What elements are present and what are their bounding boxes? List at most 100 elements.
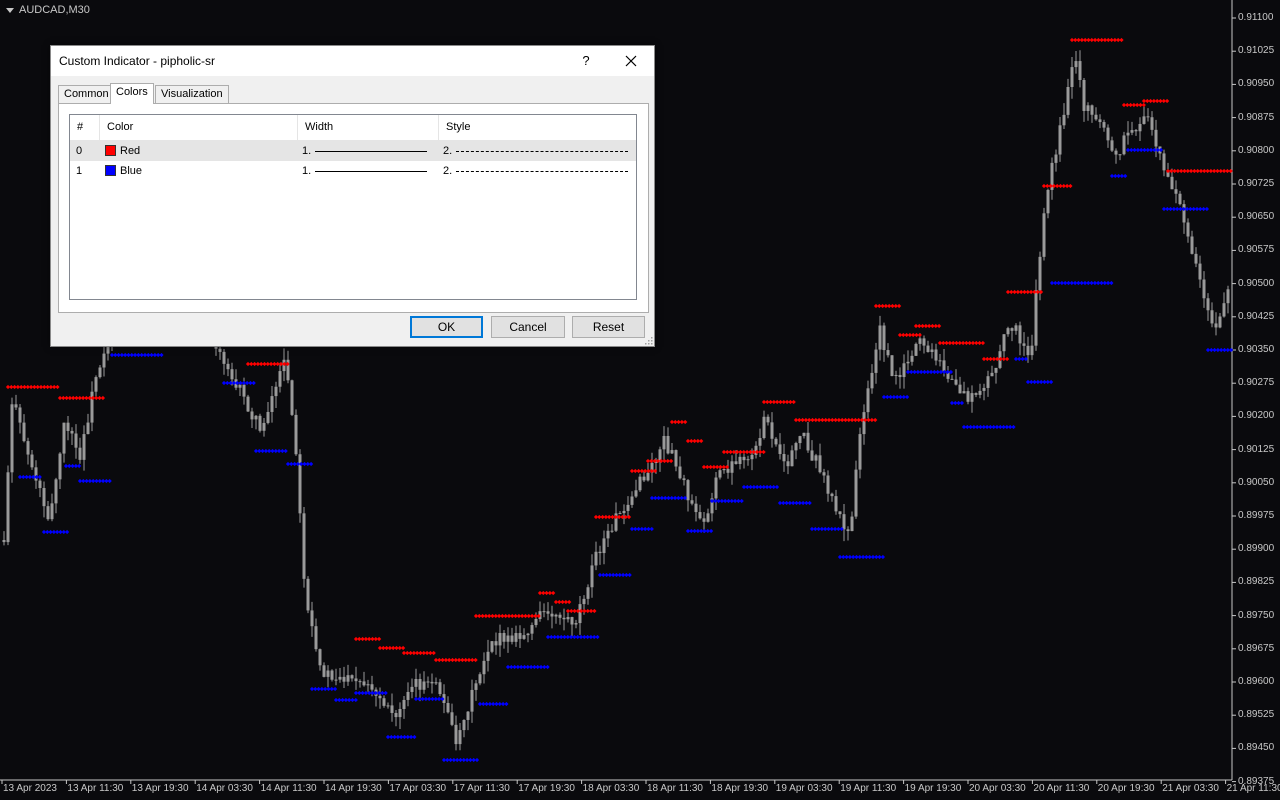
ok-button[interactable]: OK: [410, 316, 483, 338]
list-item[interactable]: 0 Red 1. 2.: [70, 141, 636, 161]
tab-common[interactable]: Common: [58, 85, 115, 103]
candle-body: [1006, 328, 1010, 335]
symbol-label: AUDCAD,M30: [6, 4, 90, 16]
candle-body: [690, 500, 694, 504]
candle-body: [738, 456, 742, 465]
header-style[interactable]: Style: [440, 115, 636, 140]
candle-body: [1214, 323, 1218, 328]
list-item[interactable]: 1 Blue 1. 2.: [70, 161, 636, 181]
candle-body: [758, 438, 762, 446]
candle-body: [1110, 140, 1114, 151]
candle-body: [962, 391, 966, 394]
dropdown-arrow-icon[interactable]: [6, 7, 14, 13]
resize-grip-icon[interactable]: [644, 336, 653, 345]
candle-body: [38, 480, 42, 489]
candle-body: [566, 617, 570, 620]
candle-body: [1134, 130, 1138, 132]
candle-body: [778, 444, 782, 455]
candle-body: [494, 641, 498, 646]
candle-body: [274, 386, 278, 397]
candle-body: [1170, 176, 1174, 190]
candle-body: [342, 676, 346, 682]
candle-body: [874, 349, 878, 373]
time-tick-label: 14 Apr 19:30: [325, 783, 382, 794]
candle-body: [1098, 119, 1102, 123]
tab-colors[interactable]: Colors: [110, 83, 154, 104]
candle-body: [682, 478, 686, 481]
price-tick-label: 0.90200: [1238, 410, 1275, 422]
candle-body: [362, 681, 366, 686]
candle-body: [258, 415, 262, 431]
candle-body: [922, 338, 926, 346]
candle-body: [462, 719, 466, 731]
candle-body: [510, 635, 514, 642]
candle-body: [1054, 154, 1058, 163]
price-tick-label: 0.89675: [1238, 642, 1275, 654]
candle-body: [862, 412, 866, 435]
candle-body: [794, 443, 798, 451]
colors-list[interactable]: # Color Width Style 0 Red 1. 2. 1 Blue 1…: [69, 114, 637, 300]
row-index: 1: [76, 165, 83, 177]
candle-body: [222, 351, 226, 364]
close-button[interactable]: [617, 46, 645, 76]
candle-body: [470, 689, 474, 712]
candle-body: [66, 422, 70, 431]
candle-body: [1026, 345, 1030, 356]
width-cell[interactable]: 1.: [302, 161, 432, 181]
reset-button[interactable]: Reset: [572, 316, 645, 338]
header-width[interactable]: Width: [299, 115, 439, 140]
candle-body: [302, 513, 306, 579]
dialog-titlebar[interactable]: Custom Indicator - pipholic-sr ?: [51, 46, 654, 76]
color-cell[interactable]: Blue: [105, 161, 142, 181]
candle-body: [1174, 189, 1178, 194]
header-color[interactable]: Color: [101, 115, 298, 140]
price-tick-label: 0.91100: [1238, 12, 1274, 23]
color-cell[interactable]: Red: [105, 141, 140, 161]
candle-body: [382, 698, 386, 706]
candle-body: [638, 476, 642, 491]
candle-body: [846, 529, 850, 532]
candle-body: [1186, 222, 1190, 237]
header-index[interactable]: #: [70, 115, 100, 140]
dialog-title: Custom Indicator - pipholic-sr: [59, 54, 216, 68]
style-cell[interactable]: 2.: [443, 141, 633, 161]
cancel-button[interactable]: Cancel: [491, 316, 565, 338]
time-tick-label: 21 Apr 11:30: [1226, 783, 1280, 794]
candle-body: [978, 390, 982, 395]
candle-body: [782, 454, 786, 462]
price-tick-label: 0.90650: [1238, 211, 1275, 223]
candle-body: [838, 511, 842, 515]
candle-body: [786, 461, 790, 467]
help-button[interactable]: ?: [576, 46, 596, 76]
candle-body: [730, 461, 734, 473]
candle-body: [270, 396, 274, 412]
candle-body: [762, 416, 766, 439]
candle-body: [330, 670, 334, 680]
candle-body: [618, 513, 622, 515]
candle-body: [30, 454, 34, 468]
price-tick-label: 0.90725: [1238, 178, 1275, 189]
tab-visualization[interactable]: Visualization: [155, 85, 229, 103]
candle-body: [626, 504, 630, 511]
candle-body: [1122, 135, 1126, 155]
width-cell[interactable]: 1.: [302, 141, 432, 161]
candle-body: [1142, 116, 1146, 124]
candle-body: [1198, 263, 1202, 280]
candle-body: [78, 447, 82, 460]
candle-body: [814, 455, 818, 461]
candle-body: [742, 456, 746, 461]
dashed-line-sample: [456, 171, 628, 172]
candle-body: [558, 614, 562, 618]
candle-body: [954, 379, 958, 385]
list-header: # Color Width Style: [70, 115, 636, 141]
candle-body: [1218, 316, 1222, 328]
candle-body: [918, 338, 922, 344]
candle-body: [766, 416, 770, 423]
candle-body: [2, 540, 6, 543]
candle-body: [826, 475, 830, 494]
candle-body: [674, 450, 678, 467]
time-tick-label: 18 Apr 11:30: [647, 783, 703, 794]
candle-body: [1138, 123, 1142, 132]
candle-body: [694, 503, 698, 513]
style-cell[interactable]: 2.: [443, 161, 633, 181]
